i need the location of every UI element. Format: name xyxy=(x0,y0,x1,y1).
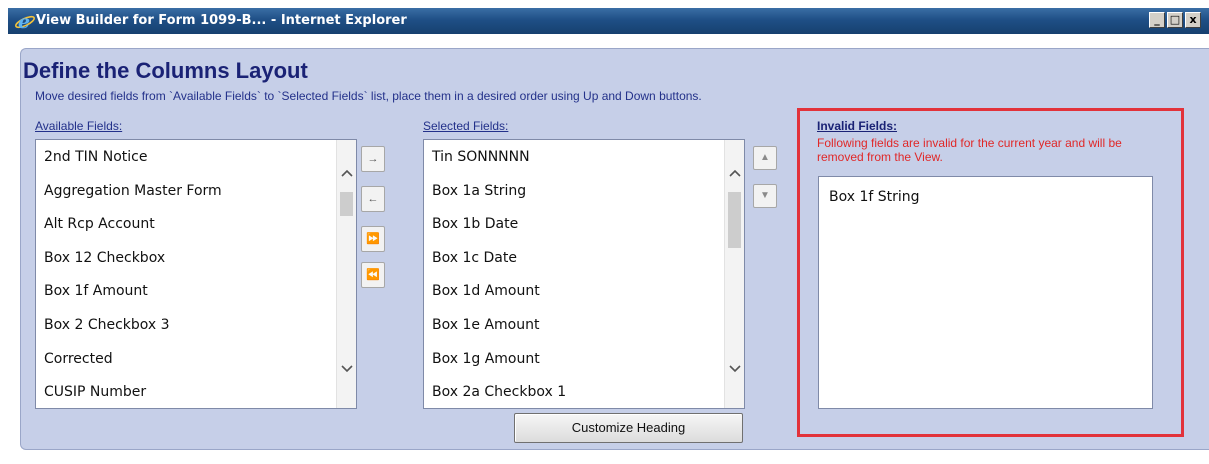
list-item[interactable]: Alt Rcp Account xyxy=(36,208,336,242)
move-down-button[interactable]: ▼ xyxy=(753,184,777,208)
list-item[interactable]: Box 1c Date xyxy=(424,242,724,276)
list-item[interactable]: Tin SONNNNN xyxy=(424,141,724,175)
scroll-thumb[interactable] xyxy=(728,192,741,248)
available-fields-items: 2nd TIN Notice Aggregation Master Form A… xyxy=(36,140,336,408)
scroll-up-icon[interactable] xyxy=(725,166,745,182)
list-item[interactable]: Box 1a String xyxy=(424,175,724,209)
invalid-fields-list[interactable]: Box 1f String xyxy=(818,176,1153,409)
available-fields-list[interactable]: 2nd TIN Notice Aggregation Master Form A… xyxy=(35,139,357,409)
invalid-fields-label: Invalid Fields: xyxy=(817,119,898,133)
selected-scrollbar[interactable] xyxy=(724,140,744,408)
list-item[interactable]: Box 2 Checkbox 3 xyxy=(36,309,336,343)
svg-text:e: e xyxy=(18,11,30,32)
list-item[interactable]: Box 1f Amount xyxy=(36,275,336,309)
selected-fields-items: Tin SONNNNN Box 1a String Box 1b Date Bo… xyxy=(424,140,724,408)
window-title: View Builder for Form 1099-B... - Intern… xyxy=(36,13,407,28)
list-item[interactable]: Box 12 Checkbox xyxy=(36,242,336,276)
list-item[interactable]: Box 1d Amount xyxy=(424,275,724,309)
browser-window: e View Builder for Form 1099-B... - Inte… xyxy=(0,0,1209,464)
list-item[interactable]: Aggregation Master Form xyxy=(36,175,336,209)
available-scrollbar[interactable] xyxy=(336,140,356,408)
list-item[interactable]: Box 1b Date xyxy=(424,208,724,242)
scroll-up-icon[interactable] xyxy=(337,166,357,182)
list-item[interactable]: Corrected xyxy=(36,343,336,377)
list-item[interactable]: Box 1g Amount xyxy=(424,343,724,377)
selected-fields-list[interactable]: Tin SONNNNN Box 1a String Box 1b Date Bo… xyxy=(423,139,745,409)
move-up-button[interactable]: ▲ xyxy=(753,146,777,170)
invalid-fields-message: Following fields are invalid for the cur… xyxy=(817,136,1122,164)
internet-explorer-icon: e xyxy=(15,11,35,32)
page-title: Define the Columns Layout xyxy=(23,58,308,83)
available-fields-label: Available Fields: xyxy=(35,119,123,133)
maximize-button[interactable]: □ xyxy=(1167,12,1183,28)
remove-field-button[interactable]: ← xyxy=(361,186,385,212)
list-item[interactable]: CUSIP Number xyxy=(36,376,336,408)
add-field-button[interactable]: → xyxy=(361,146,385,172)
title-bar: e View Builder for Form 1099-B... - Inte… xyxy=(8,8,1209,34)
list-item[interactable]: Box 2a Checkbox 1 xyxy=(424,376,724,408)
minimize-button[interactable]: _ xyxy=(1149,12,1165,28)
scroll-down-icon[interactable] xyxy=(725,362,745,378)
list-item[interactable]: Box 1f String xyxy=(819,177,1152,217)
list-item[interactable]: Box 1e Amount xyxy=(424,309,724,343)
selected-fields-label: Selected Fields: xyxy=(423,119,509,133)
remove-all-fields-button[interactable]: ⏪ xyxy=(361,262,385,288)
instructions-text: Move desired fields from `Available Fiel… xyxy=(35,89,702,103)
scroll-thumb[interactable] xyxy=(340,192,353,216)
list-item[interactable]: 2nd TIN Notice xyxy=(36,141,336,175)
add-all-fields-button[interactable]: ⏩ xyxy=(361,226,385,252)
close-button[interactable]: x xyxy=(1185,12,1201,28)
customize-heading-button[interactable]: Customize Heading xyxy=(514,413,743,443)
scroll-down-icon[interactable] xyxy=(337,362,357,378)
